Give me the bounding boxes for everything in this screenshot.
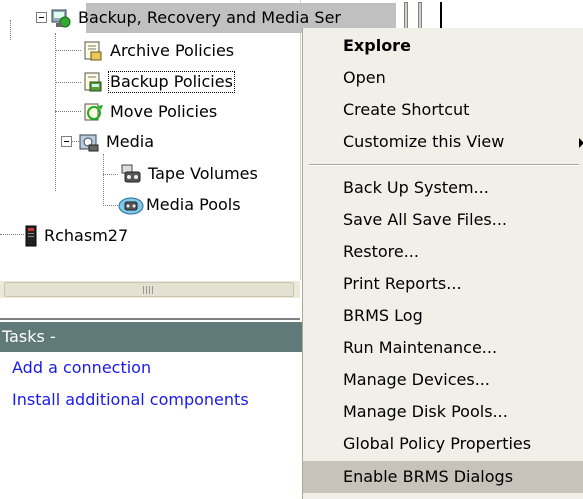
- tree-connector: [103, 205, 118, 206]
- menu-item-manage-disk-pools[interactable]: Manage Disk Pools...: [303, 396, 583, 428]
- tree-node-media[interactable]: Media: [78, 128, 156, 156]
- collapse-root-button[interactable]: [36, 12, 47, 23]
- menu-item-create-shortcut[interactable]: Create Shortcut: [303, 94, 583, 126]
- install-components-link[interactable]: Install additional components: [12, 390, 249, 409]
- menu-separator: [309, 164, 579, 166]
- tape-volumes-icon: [120, 163, 142, 185]
- menu-item-label: Customize this View: [343, 132, 505, 151]
- context-menu: Explore Open Create Shortcut Customize t…: [302, 28, 583, 499]
- system-unit-icon: [24, 225, 38, 247]
- menu-item-customize-view[interactable]: Customize this View: [303, 126, 583, 158]
- tasks-header: Tasks -: [0, 322, 305, 352]
- backup-policies-icon: [82, 71, 104, 93]
- menu-item-brms-log[interactable]: BRMS Log: [303, 300, 583, 332]
- archive-policies-icon: [82, 40, 104, 62]
- tree-node-label: Tape Volumes: [148, 164, 258, 183]
- tree-connector: [55, 50, 81, 51]
- menu-item-run-maintenance[interactable]: Run Maintenance...: [303, 332, 583, 364]
- media-pools-icon: [118, 194, 144, 216]
- tree-connector: [0, 234, 24, 235]
- move-policies-icon: [82, 101, 104, 123]
- tree-horizontal-scrollbar[interactable]: [0, 280, 300, 299]
- menu-item-enable-brms-dialogs[interactable]: Enable BRMS Dialogs: [303, 461, 583, 493]
- tree-node-system-rchasm27[interactable]: Rchasm27: [24, 222, 130, 250]
- tree-node-label: Rchasm27: [44, 226, 129, 245]
- collapse-media-button[interactable]: [61, 136, 72, 147]
- tree-node-brms-root[interactable]: Backup, Recovery and Media Ser: [50, 4, 343, 32]
- menu-item-restore[interactable]: Restore...: [303, 236, 583, 268]
- tree-node-tape-volumes[interactable]: Tape Volumes: [120, 160, 260, 188]
- tree-node-label: Media: [106, 132, 155, 151]
- tree-node-label: Media Pools: [146, 195, 241, 214]
- menu-item-print-reports[interactable]: Print Reports...: [303, 268, 583, 300]
- tree-connector: [55, 33, 56, 191]
- tree-node-label: Move Policies: [110, 102, 218, 121]
- tree-node-label: Backup, Recovery and Media Ser: [78, 8, 341, 27]
- tree-node-media-pools[interactable]: Media Pools: [118, 191, 243, 219]
- tree-node-label: Backup Policies: [108, 71, 235, 93]
- tree-connector: [10, 20, 11, 40]
- add-connection-link[interactable]: Add a connection: [12, 358, 151, 377]
- brms-server-icon: [50, 7, 72, 29]
- scrollbar-thumb[interactable]: [4, 282, 294, 297]
- tree-node-move-policies[interactable]: Move Policies: [82, 98, 219, 126]
- submenu-arrow-icon: [579, 138, 583, 148]
- menu-item-global-policy-properties[interactable]: Global Policy Properties: [303, 428, 583, 460]
- tree-connector: [55, 111, 81, 112]
- menu-item-open[interactable]: Open: [303, 62, 583, 94]
- tree-node-backup-policies[interactable]: Backup Policies: [82, 68, 235, 96]
- navigation-tree: Backup, Recovery and Media Ser Archive P…: [0, 0, 396, 280]
- tree-connector: [55, 82, 81, 83]
- menu-item-save-all-save-files[interactable]: Save All Save Files...: [303, 204, 583, 236]
- menu-item-explore[interactable]: Explore: [303, 30, 583, 62]
- pane-splitter[interactable]: [0, 298, 300, 320]
- tree-node-archive-policies[interactable]: Archive Policies: [82, 37, 236, 65]
- grip-icon: [143, 285, 155, 294]
- screen: Backup, Recovery and Media Ser Archive P…: [0, 0, 583, 499]
- tree-connector: [103, 154, 104, 206]
- tree-node-label: Archive Policies: [110, 41, 235, 60]
- menu-item-manage-devices[interactable]: Manage Devices...: [303, 364, 583, 396]
- menu-item-back-up-system[interactable]: Back Up System...: [303, 172, 583, 204]
- media-folder-icon: [78, 131, 100, 153]
- tree-connector: [103, 174, 118, 175]
